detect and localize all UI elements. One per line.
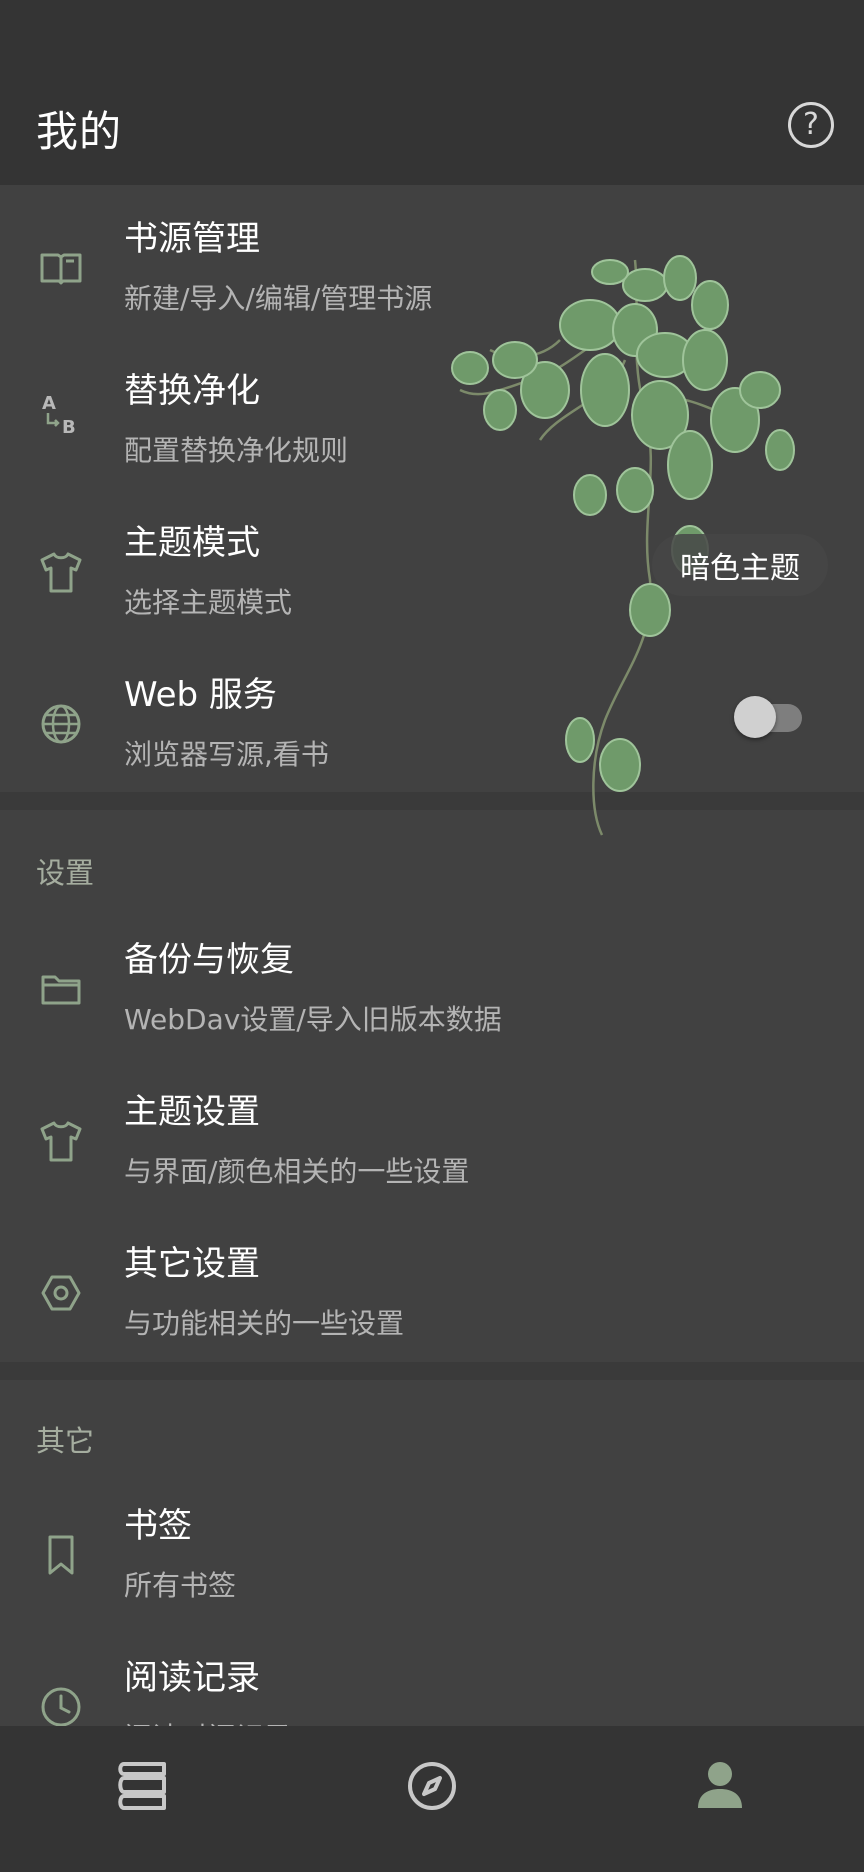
replace-purify-title: 替换净化 xyxy=(124,371,260,411)
svg-text:A: A xyxy=(42,393,56,414)
other-settings-title: 其它设置 xyxy=(124,1244,260,1284)
compass-icon xyxy=(408,1762,456,1810)
theme-settings-row[interactable]: 主题设置 与界面/颜色相关的一些设置 xyxy=(0,1058,864,1210)
read-record-title: 阅读记录 xyxy=(124,1658,260,1698)
tshirt-icon xyxy=(40,552,82,593)
tshirt-icon xyxy=(40,1121,82,1162)
nav-my[interactable] xyxy=(690,1756,750,1816)
bookmark-subtitle: 所有书签 xyxy=(124,1569,237,1602)
other-settings-row[interactable]: 其它设置 与功能相关的一些设置 xyxy=(0,1210,864,1362)
nav-bookshelf[interactable] xyxy=(114,1756,174,1816)
globe-icon xyxy=(41,704,81,744)
other-settings-subtitle: 与功能相关的一些设置 xyxy=(124,1307,405,1340)
help-circle-icon: ? xyxy=(803,107,819,142)
clock-icon xyxy=(41,1687,81,1726)
svg-text:B: B xyxy=(62,417,76,438)
settings-section: 设置 备份与恢复 WebDav设置/导入旧版本数据 主题设置 与界面/颜色相关的… xyxy=(0,810,864,1362)
settings-section-label: 设置 xyxy=(36,856,95,890)
read-record-row[interactable]: 阅读记录 阅读时间记录 xyxy=(0,1624,864,1726)
person-icon xyxy=(698,1762,742,1808)
theme-mode-subtitle: 选择主题模式 xyxy=(124,586,293,619)
replace-ab-icon: A B xyxy=(42,393,76,438)
hex-nut-icon xyxy=(41,1275,81,1311)
bottom-nav xyxy=(0,1726,864,1872)
section-divider xyxy=(0,1362,864,1380)
book-source-title: 书源管理 xyxy=(124,219,260,259)
book-source-subtitle: 新建/导入/编辑/管理书源 xyxy=(124,282,433,315)
theme-mode-value: 暗色主题 xyxy=(652,534,828,596)
web-service-title: Web 服务 xyxy=(124,675,277,715)
other-section-label: 其它 xyxy=(36,1424,95,1458)
bookmark-icon xyxy=(48,1535,74,1575)
screen: 我的 ? 书源管理 新建/导入/编辑/管理书源 A B 替换净化 配置替换净化规… xyxy=(0,0,864,1872)
backup-restore-title: 备份与恢复 xyxy=(124,940,294,980)
backup-restore-row[interactable]: 备份与恢复 WebDav设置/导入旧版本数据 xyxy=(0,906,864,1058)
bookshelf-icon xyxy=(118,1762,166,1810)
folder-icon xyxy=(41,975,81,1005)
app-header: 我的 ? xyxy=(0,0,864,185)
read-record-subtitle: 阅读时间记录 xyxy=(124,1716,292,1726)
theme-mode-title: 主题模式 xyxy=(124,523,260,563)
help-button[interactable]: ? xyxy=(788,102,834,148)
theme-settings-subtitle: 与界面/颜色相关的一些设置 xyxy=(124,1155,470,1188)
nav-explore[interactable] xyxy=(402,1756,462,1816)
other-section: 其它 书签 所有书签 阅读记录 阅读时间记录 xyxy=(0,1380,864,1726)
theme-settings-title: 主题设置 xyxy=(124,1092,260,1132)
web-service-subtitle: 浏览器写源,看书 xyxy=(124,738,329,771)
web-service-toggle[interactable] xyxy=(734,696,806,738)
book-open-icon xyxy=(40,253,82,285)
bookmark-title: 书签 xyxy=(124,1506,192,1546)
bookmark-row[interactable]: 书签 所有书签 xyxy=(0,1472,864,1624)
section-divider xyxy=(0,792,864,810)
replace-purify-row[interactable]: A B 替换净化 配置替换净化规则 xyxy=(0,337,864,489)
book-source-row[interactable]: 书源管理 新建/导入/编辑/管理书源 xyxy=(0,185,864,337)
replace-purify-subtitle: 配置替换净化规则 xyxy=(124,434,349,467)
page-title: 我的 xyxy=(36,107,123,156)
backup-restore-subtitle: WebDav设置/导入旧版本数据 xyxy=(124,1003,502,1036)
toggle-thumb xyxy=(734,696,776,738)
